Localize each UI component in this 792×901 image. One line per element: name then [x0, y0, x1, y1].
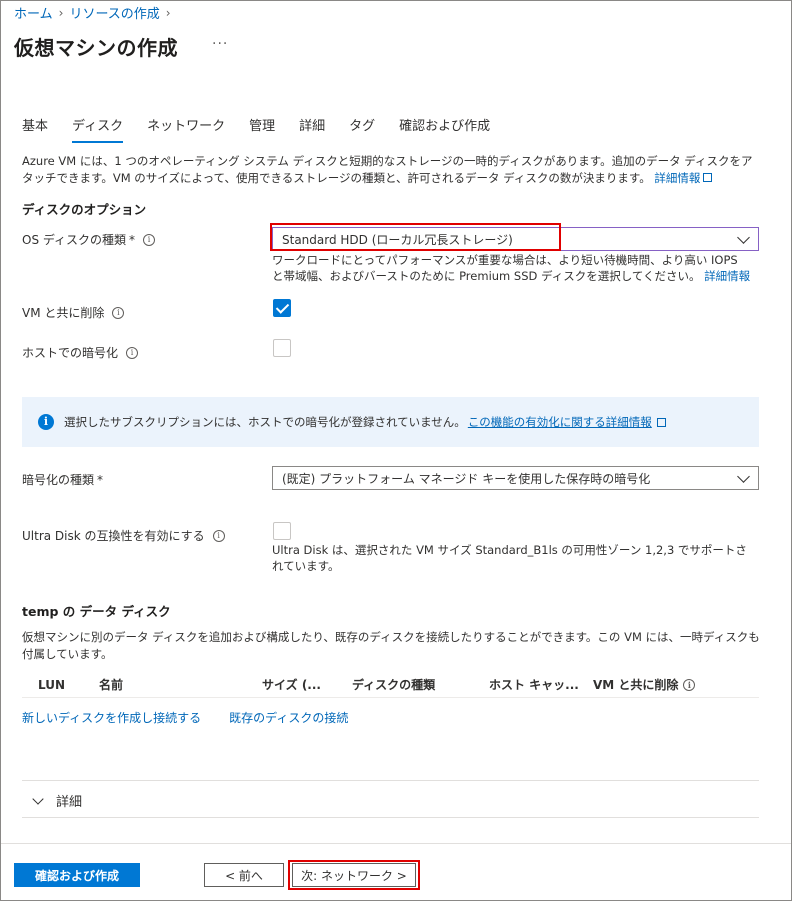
ultra-disk-help: Ultra Disk は、選択された VM サイズ Standard_B1ls … [272, 543, 747, 573]
disk-options-heading: ディスクのオプション [22, 202, 147, 217]
required-mark: * [97, 472, 104, 487]
tab-advanced[interactable]: 詳細 [299, 115, 325, 143]
os-disk-type-label-text: OS ディスクの種類 [22, 233, 127, 247]
highlight-box [288, 860, 420, 890]
info-icon[interactable]: i [112, 306, 125, 319]
tab-bar: 基本 ディスク ネットワーク 管理 詳細 タグ 確認および作成 [22, 115, 514, 143]
data-disks-heading: temp の データ ディスク [22, 604, 171, 619]
highlight-box [270, 223, 561, 251]
intro-learn-more-link[interactable]: 詳細情報 [654, 171, 713, 185]
create-attach-disk-link[interactable]: 新しいディスクを作成し接続する [22, 709, 201, 726]
data-disks-description: 仮想マシンに別のデータ ディスクを追加および構成したり、既存のディスクを接続した… [22, 630, 760, 661]
column-name[interactable]: 名前 [99, 671, 123, 698]
page-title: 仮想マシンの作成 [14, 36, 178, 60]
tab-review-create[interactable]: 確認および作成 [399, 115, 490, 143]
os-disk-help: ワークロードにとってパフォーマンスが重要な場合は、より短い待機時間、より高い I… [272, 252, 752, 284]
info-bar-link[interactable]: この機能の有効化に関する詳細情報 [468, 414, 652, 430]
breadcrumb: ホーム › リソースの作成 › [14, 3, 171, 23]
info-bar-text: 選択したサブスクリプションには、ホストでの暗号化が登録されていません。 [64, 415, 466, 429]
os-disk-learn-more-link[interactable]: 詳細情報 [704, 269, 750, 283]
host-encryption-label: ホストでの暗号化 i [22, 344, 139, 361]
info-icon[interactable]: i [212, 529, 225, 542]
os-disk-help-text: ワークロードにとってパフォーマンスが重要な場合は、より短い待機時間、より高い I… [272, 253, 738, 283]
column-delete-with-vm[interactable]: VM と共に削除 i [593, 671, 696, 698]
ultra-disk-label-text: Ultra Disk の互換性を有効にする [22, 529, 205, 543]
column-disk-type[interactable]: ディスクの種類 [352, 671, 435, 698]
external-link-icon [703, 173, 713, 182]
tab-tags[interactable]: タグ [349, 115, 375, 143]
intro-text: Azure VM には、1 つのオペレーティング システム ディスクと短期的なス… [22, 153, 762, 187]
required-mark: * [129, 232, 136, 247]
intro-learn-more-label: 詳細情報 [654, 171, 701, 185]
info-icon[interactable]: i [126, 346, 139, 359]
delete-with-vm-label-text: VM と共に削除 [22, 306, 105, 320]
details-expander[interactable]: 詳細 [32, 791, 83, 810]
info-bar: i 選択したサブスクリプションには、ホストでの暗号化が登録されていません。 この… [22, 397, 759, 447]
host-encryption-label-text: ホストでの暗号化 [22, 346, 119, 360]
info-icon[interactable]: i [143, 233, 156, 246]
breadcrumb-home[interactable]: ホーム [14, 3, 53, 22]
column-delete-with-vm-label: VM と共に削除 [593, 678, 679, 692]
intro-description: Azure VM には、1 つのオペレーティング システム ディスクと短期的なス… [22, 154, 753, 185]
tab-basics[interactable]: 基本 [22, 115, 48, 143]
chevron-down-icon [737, 231, 750, 244]
review-create-button[interactable]: 確認および作成 [14, 863, 140, 887]
tab-disks[interactable]: ディスク [72, 115, 124, 143]
chevron-down-icon [737, 470, 750, 483]
chevron-down-icon [32, 792, 44, 805]
column-lun[interactable]: LUN [38, 671, 65, 698]
tab-management[interactable]: 管理 [249, 115, 275, 143]
data-disks-table-header: LUN 名前 サイズ (... ディスクの種類 ホスト キャッ... VM と共… [22, 671, 759, 698]
info-icon: i [38, 414, 54, 430]
encryption-type-select[interactable]: (既定) プラットフォーム マネージド キーを使用した保存時の暗号化 [272, 466, 759, 490]
encryption-type-value: (既定) プラットフォーム マネージド キーを使用した保存時の暗号化 [282, 471, 651, 486]
ultra-disk-label: Ultra Disk の互換性を有効にする i [22, 527, 225, 544]
column-size[interactable]: サイズ (... [262, 671, 321, 698]
data-disk-actions: 新しいディスクを作成し接続する 既存のディスクの接続 [22, 709, 348, 726]
os-disk-type-label: OS ディスクの種類 * i [22, 231, 156, 248]
details-label: 詳細 [56, 795, 83, 810]
ultra-disk-checkbox[interactable] [273, 522, 291, 540]
footer-divider [1, 843, 791, 844]
column-host-caching[interactable]: ホスト キャッ... [489, 671, 579, 698]
chevron-right-icon: › [58, 5, 64, 20]
divider [22, 817, 759, 818]
external-link-icon [656, 417, 666, 427]
info-icon[interactable]: i [683, 678, 696, 691]
previous-button[interactable]: < 前へ [204, 863, 284, 887]
attach-existing-disk-link[interactable]: 既存のディスクの接続 [229, 709, 348, 726]
delete-with-vm-label: VM と共に削除 i [22, 304, 125, 321]
chevron-right-icon: › [165, 5, 171, 20]
more-options-icon[interactable]: ··· [212, 36, 228, 52]
host-encryption-checkbox[interactable] [273, 339, 291, 357]
delete-with-vm-checkbox[interactable] [273, 299, 291, 317]
divider [22, 780, 759, 781]
encryption-type-label: 暗号化の種類 * [22, 471, 103, 488]
breadcrumb-create-resource[interactable]: リソースの作成 [69, 3, 159, 22]
tab-networking[interactable]: ネットワーク [147, 115, 225, 143]
encryption-type-label-text: 暗号化の種類 [22, 473, 95, 487]
